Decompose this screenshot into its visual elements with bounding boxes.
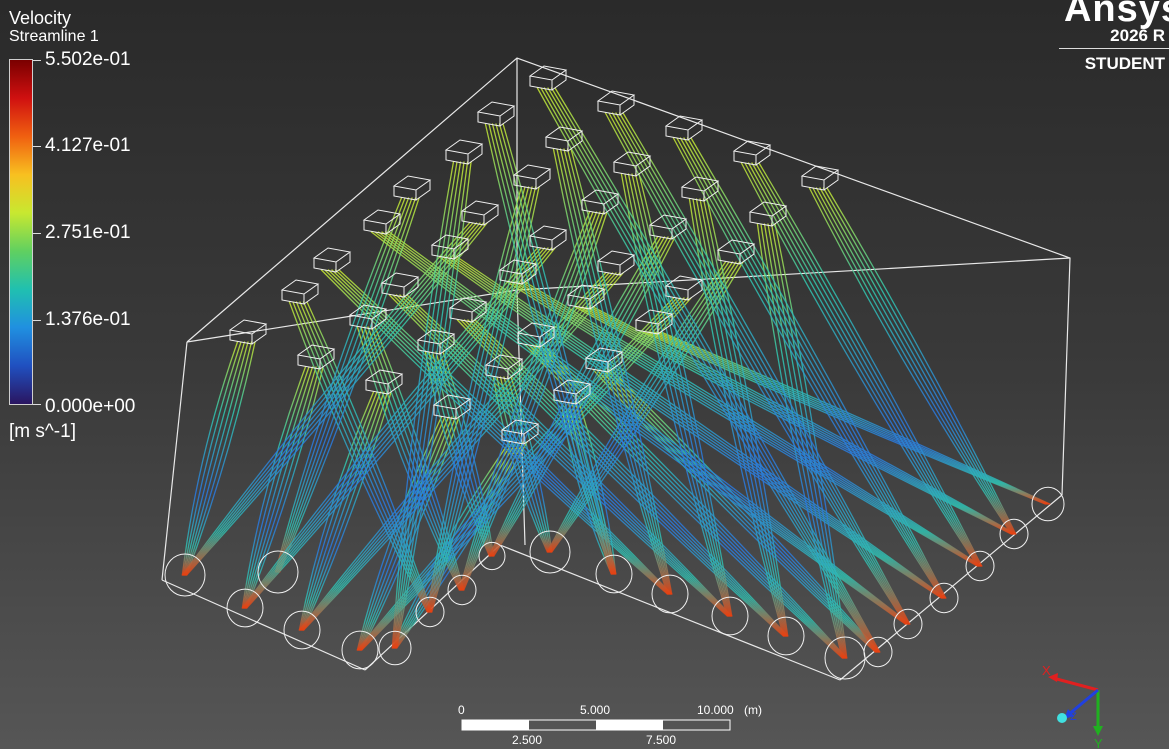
y-arrowhead xyxy=(1093,726,1103,736)
legend-tick-mark xyxy=(33,320,41,321)
x-axis-arrow xyxy=(1052,676,1099,692)
legend-tick-label: 0.000e+00 xyxy=(45,396,136,417)
outlet-box xyxy=(732,140,772,166)
x-axis-label: X xyxy=(1042,663,1051,678)
3d-viewport[interactable]: X Y Z xyxy=(0,0,1169,749)
streamline xyxy=(699,198,787,637)
legend-units: [m s^-1] xyxy=(9,421,76,442)
outlet-box xyxy=(460,200,500,226)
axis-triad[interactable]: X Y Z xyxy=(1042,663,1103,749)
scale-label: 0 xyxy=(458,703,465,717)
legend-subtitle: Streamline 1 xyxy=(9,28,99,45)
legend-tick-label: 2.751e-01 xyxy=(45,222,131,243)
triad-origin-sphere xyxy=(1057,713,1067,723)
outlet-box xyxy=(476,101,516,127)
legend-tick-mark xyxy=(33,146,41,147)
outlet-box xyxy=(444,139,484,165)
outlet-box xyxy=(800,165,840,191)
z-axis-label: Z xyxy=(1070,711,1077,723)
scale-label: 10.000 xyxy=(697,703,734,717)
brand-version: 2026 R xyxy=(1110,26,1165,45)
streamline xyxy=(627,173,730,617)
outlet-box xyxy=(512,164,552,190)
outlet-box xyxy=(596,250,636,276)
legend-title: Velocity xyxy=(9,8,72,28)
scale-label: 5.000 xyxy=(580,703,611,717)
y-axis-label: Y xyxy=(1094,736,1103,749)
streamlines xyxy=(181,87,1051,659)
outlet-box xyxy=(280,279,320,305)
scale-label: 2.500 xyxy=(512,733,543,747)
scale-unit: (m) xyxy=(744,703,762,717)
streamline xyxy=(302,391,389,631)
legend-tick-label: 5.502e-01 xyxy=(45,49,131,70)
legend-tick-label: 4.127e-01 xyxy=(45,135,131,156)
legend-tick-label: 1.376e-01 xyxy=(45,309,131,330)
outlet-box xyxy=(664,115,704,141)
ansys-logo: Ansys 2026 R STUDENT xyxy=(1059,0,1169,78)
outlet-box xyxy=(392,175,432,201)
outlet-box xyxy=(596,90,636,116)
outlet-box xyxy=(312,247,352,273)
student-badge: STUDENT xyxy=(1084,54,1165,73)
colorbar xyxy=(9,59,33,405)
legend-tick-mark xyxy=(33,233,41,234)
legend-tick-mark xyxy=(33,404,41,405)
streamline xyxy=(513,281,980,567)
scale-bar xyxy=(461,719,731,731)
streamline xyxy=(740,162,979,567)
logo-divider xyxy=(1059,48,1169,49)
legend-tick-mark xyxy=(33,60,41,61)
scale-label: 7.500 xyxy=(646,733,677,747)
